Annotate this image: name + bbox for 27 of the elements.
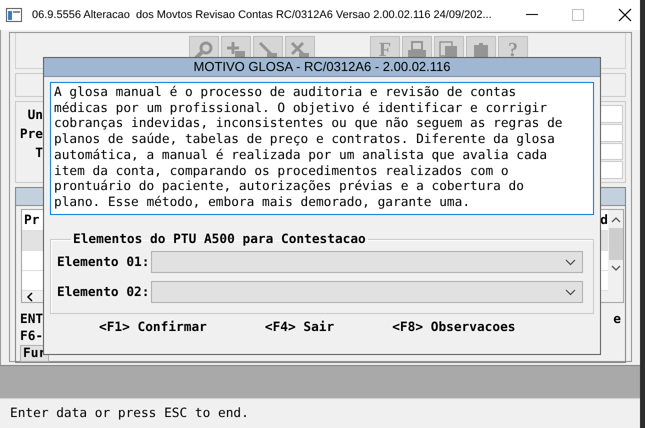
field-label: Un (28, 107, 43, 125)
footer-text: ENT (20, 311, 44, 328)
field-label: Elemento 02: (57, 284, 150, 300)
chevron-down-icon (565, 288, 576, 296)
group-title: Elementos do PTU A500 para Contestacao (72, 232, 367, 247)
dialog-button[interactable]: <F4> Sair (264, 320, 334, 335)
field-label: T (35, 145, 43, 163)
column-header: d (600, 212, 608, 228)
field-label: Elemento 01: (57, 254, 150, 270)
window-title: 06.9.5556 Alteracao dos Movtos Revisao Contas RC/0312A6 Versao 2.00.02.116 24/09/202... (32, 9, 492, 21)
minimize-icon[interactable] (526, 14, 538, 16)
app-icon (6, 8, 22, 22)
field-label: Pre (20, 126, 43, 144)
chevron-down-icon (565, 258, 576, 266)
column-header: Pr (24, 212, 40, 228)
text-area[interactable]: A glosa manual é o processo de auditoria e revisão de contas médicas por um profissional. O objetivo é identificar e corrigir cobranças indevidas, inconsistentes ou que não seguem as regras de planos de saúde, tabelas de preço e contratos. Diferente da glosa automática, a manual é realizada por um analista que avalia cada item da conta, comparando os procedimentos realizados com o prontuário do paciente, autorizações prévias e a cobertura do plano. Esse método, embora mais demorado, garante uma. (50, 82, 594, 215)
close-icon[interactable] (618, 8, 632, 22)
dialog-title: MOTIVO GLOSA - RC/0312A6 - 2.00.02.116 (44, 58, 600, 77)
scroll-up-icon[interactable] (610, 216, 620, 224)
dialog-button[interactable]: <F1> Confirmar (99, 320, 207, 335)
scrollbar-thumb[interactable] (608, 228, 622, 260)
footer-text: e (613, 311, 621, 328)
dialog-button[interactable]: <F8> Observacoes (392, 320, 516, 335)
footer-text: F6- (20, 328, 44, 345)
scroll-left-icon[interactable] (26, 292, 34, 302)
status-message: Enter data or press ESC to end. (0, 398, 640, 428)
scroll-down-icon[interactable] (610, 264, 620, 272)
